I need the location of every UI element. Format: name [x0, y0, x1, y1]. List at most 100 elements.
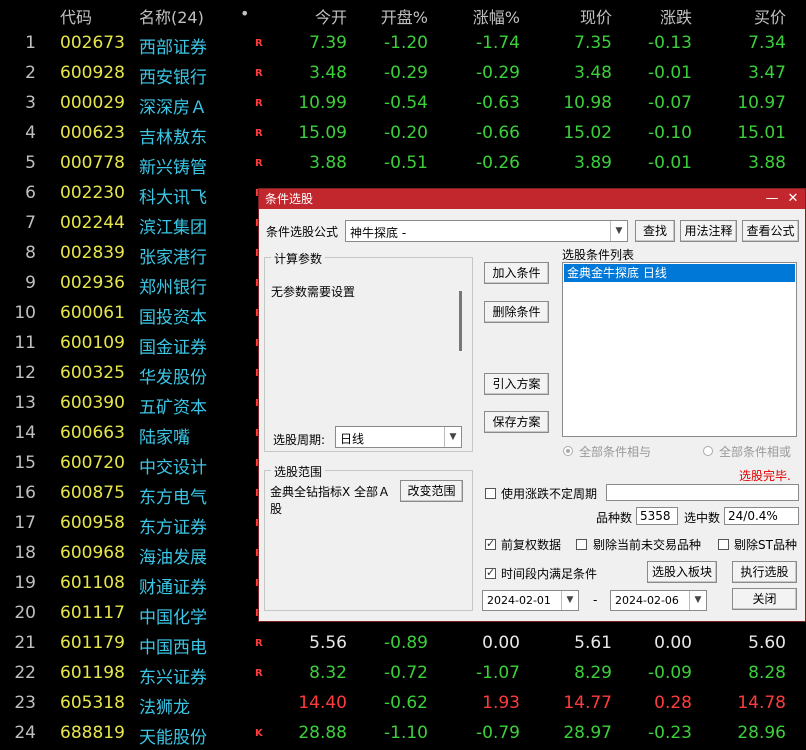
condition-list-item[interactable]: 金典金牛探底 日线 — [564, 264, 795, 282]
col-change-header[interactable]: 涨跌 — [660, 4, 692, 28]
current-price: 3.48 — [574, 63, 612, 83]
stock-name: 财通证券 — [139, 578, 207, 598]
table-row[interactable]: 21 601179 中国西电 R 5.56 -0.89 0.00 5.61 0.00 5.60 — [0, 628, 806, 658]
row-number: 14 — [14, 423, 36, 443]
condition-list[interactable]: 金典金牛探底 日线 — [562, 262, 797, 437]
date-to-value: 2024-02-06 — [615, 594, 679, 607]
col-name-header[interactable]: 名称(24) — [139, 4, 204, 28]
period-value: 日线 — [340, 432, 365, 446]
formula-value: 神牛探底 - — [350, 226, 407, 240]
table-row[interactable]: 24 688819 天能股份 K 28.88 -1.10 -0.79 28.97 -0.23 28… — [0, 718, 806, 748]
list-header: 代码 名称(24) • 今开 开盘% 涨幅% 现价 涨跌 买价 — [0, 0, 806, 28]
add-condition-button[interactable]: 加入条件 — [484, 262, 549, 284]
table-row[interactable]: 3 000029 深深房Ａ R 10.99 -0.54 -0.63 10.98 -0.07 10.… — [0, 88, 806, 118]
stock-code: 601117 — [60, 603, 125, 623]
chevron-down-icon[interactable]: ▼ — [610, 221, 627, 241]
stock-code: 601198 — [60, 663, 125, 683]
stock-name: 郑州银行 — [139, 278, 207, 298]
current-price: 10.98 — [563, 93, 612, 113]
row-number: 23 — [14, 693, 36, 713]
bid-price: 7.34 — [748, 33, 786, 53]
row-number: 22 — [14, 663, 36, 683]
save-plan-button[interactable]: 保存方案 — [484, 411, 549, 433]
current-price: 14.77 — [563, 693, 612, 713]
stock-name: 华发股份 — [139, 368, 207, 388]
stock-name: 东方电气 — [139, 488, 207, 508]
range-period-input[interactable] — [606, 484, 799, 501]
stock-code: 002244 — [60, 213, 125, 233]
col-code-header[interactable]: 代码 — [60, 4, 92, 28]
exclude-st-checkbox[interactable] — [718, 539, 729, 550]
table-row[interactable]: 23 605318 法狮龙 14.40 -0.62 1.93 14.77 0.28 14.78 — [0, 688, 806, 718]
col-change-pct-header[interactable]: 涨幅% — [473, 4, 520, 28]
radio-or[interactable] — [703, 446, 713, 456]
col-bid-header[interactable]: 买价 — [754, 4, 786, 28]
usage-notes-button[interactable]: 用法注释 — [680, 220, 737, 242]
row-number: 11 — [14, 333, 36, 353]
add-to-block-button[interactable]: 选股入板块 — [647, 561, 717, 583]
change-pct: -0.63 — [476, 93, 520, 113]
row-number: 17 — [14, 513, 36, 533]
delete-condition-button[interactable]: 删除条件 — [484, 301, 549, 323]
radio-and[interactable] — [563, 446, 573, 456]
row-number: 2 — [25, 63, 36, 83]
stock-code: 605318 — [60, 693, 125, 713]
current-price: 28.97 — [563, 723, 612, 743]
bid-price: 15.01 — [737, 123, 786, 143]
exclude-untraded-label: 剔除当前未交易品种 — [593, 538, 702, 552]
col-price-header[interactable]: 现价 — [580, 4, 612, 28]
row-number: 9 — [25, 273, 36, 293]
col-open-pct-header[interactable]: 开盘% — [381, 4, 428, 28]
change-pct: -0.79 — [476, 723, 520, 743]
current-price: 3.89 — [574, 153, 612, 173]
date-from-value: 2024-02-01 — [487, 594, 551, 607]
date-from-picker[interactable]: 2024-02-01 ▼ — [482, 590, 579, 611]
stock-code: 600663 — [60, 423, 125, 443]
period-select[interactable]: 日线 ▼ — [335, 426, 462, 448]
date-to-picker[interactable]: 2024-02-06 ▼ — [610, 590, 707, 611]
open-pct: -1.10 — [384, 723, 428, 743]
stock-name: 新兴铸管 — [139, 158, 207, 178]
margin-flag: K — [255, 728, 263, 739]
exclude-untraded-checkbox[interactable] — [576, 539, 587, 550]
change-scope-button[interactable]: 改变范围 — [400, 480, 463, 502]
minimize-icon[interactable]: — — [763, 189, 781, 209]
open-price: 14.40 — [298, 693, 347, 713]
radio-and-label: 全部条件相与 — [579, 445, 652, 459]
close-button[interactable]: 关闭 — [732, 588, 797, 610]
pre-adjust-checkbox[interactable] — [485, 537, 496, 550]
formula-label: 条件选股公式 — [266, 225, 339, 239]
chevron-down-icon[interactable]: ▼ — [561, 591, 578, 610]
open-price: 3.88 — [309, 153, 347, 173]
formula-select[interactable]: 神牛探底 - ▼ — [345, 220, 628, 242]
col-open-header[interactable]: 今开 — [315, 4, 347, 28]
open-pct: -0.62 — [384, 693, 428, 713]
chevron-down-icon[interactable]: ▼ — [689, 591, 706, 610]
stock-code: 600109 — [60, 333, 125, 353]
import-plan-button[interactable]: 引入方案 — [484, 373, 549, 395]
dialog-title-bar[interactable]: 条件选股 — ✕ — [259, 189, 805, 209]
view-formula-button[interactable]: 查看公式 — [742, 220, 799, 242]
params-scrollbar[interactable] — [459, 291, 462, 351]
row-number: 15 — [14, 453, 36, 473]
use-range-period-checkbox[interactable] — [485, 488, 496, 499]
chevron-down-icon[interactable]: ▼ — [444, 427, 461, 447]
stock-code: 600928 — [60, 63, 125, 83]
table-row[interactable]: 2 600928 西安银行 R 3.48 -0.29 -0.29 3.48 -0.01 3.47 — [0, 58, 806, 88]
row-number: 4 — [25, 123, 36, 143]
time-range-checkbox[interactable] — [485, 566, 496, 579]
open-pct: -0.51 — [384, 153, 428, 173]
bid-price: 28.96 — [737, 723, 786, 743]
table-row[interactable]: 1 002673 西部证券 R 7.39 -1.20 -1.74 7.35 -0.13 7.34 — [0, 28, 806, 58]
no-params-text: 无参数需要设置 — [271, 285, 356, 299]
run-screening-button[interactable]: 执行选股 — [732, 561, 797, 583]
stock-name: 吉林敖东 — [139, 128, 207, 148]
table-row[interactable]: 5 000778 新兴铸管 R 3.88 -0.51 -0.26 3.89 -0.01 3.88 — [0, 148, 806, 178]
table-row[interactable]: 22 601198 东兴证券 R 8.32 -0.72 -1.07 8.29 -0.09 8.28 — [0, 658, 806, 688]
close-icon[interactable]: ✕ — [784, 189, 802, 209]
row-number: 5 — [25, 153, 36, 173]
find-button[interactable]: 查找 — [635, 220, 675, 242]
margin-flag: R — [255, 128, 263, 139]
selected-label: 选中数 — [684, 511, 721, 525]
table-row[interactable]: 4 000623 吉林敖东 R 15.09 -0.20 -0.66 15.02 -0.10 15.… — [0, 118, 806, 148]
